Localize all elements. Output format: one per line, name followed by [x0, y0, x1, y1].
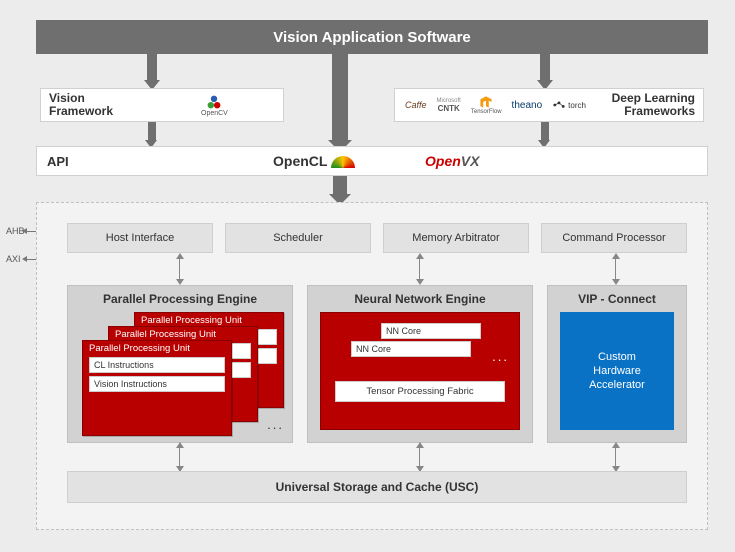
vip-title: VIP - Connect: [548, 286, 686, 310]
arrow-top-to-api: [332, 54, 348, 140]
vision-framework-logos: OpenCV: [201, 94, 228, 117]
dl-frameworks-box: Caffe Microsoft CNTK TensorFlow theano t…: [394, 88, 704, 122]
vision-framework-label: Vision Framework: [49, 92, 113, 118]
ppe-title: Parallel Processing Engine: [68, 286, 292, 310]
arrow-vf-to-api: [148, 122, 156, 140]
conn-ppe-usc: [179, 447, 180, 467]
nn-core-2: NN Core: [381, 323, 481, 339]
api-box: API OpenCL OpenVX: [36, 146, 708, 176]
tensorflow-logo: TensorFlow: [471, 95, 502, 115]
ppu-1: Parallel Processing Unit CL Instructions…: [82, 340, 232, 436]
tensor-processing-fabric: Tensor Processing Fabric: [335, 381, 505, 402]
usc-box: Universal Storage and Cache (USC): [67, 471, 687, 503]
nn-dots: ...: [492, 349, 509, 364]
gauge-icon: [331, 154, 355, 168]
memory-arbitrator-box: Memory Arbitrator: [383, 223, 529, 253]
command-processor-box: Command Processor: [541, 223, 687, 253]
nne-box: Neural Network Engine NN Core NN Core ..…: [307, 285, 533, 443]
torch-logo: torch: [552, 100, 586, 110]
vision-instructions: Vision Instructions: [89, 376, 225, 392]
axi-bus-label: AXI: [6, 254, 21, 264]
arrow-to-dl-fw: [540, 54, 550, 80]
control-row: Host Interface Scheduler Memory Arbitrat…: [67, 223, 687, 253]
opencv-logo: OpenCV: [201, 94, 228, 117]
ppu-stack: Parallel Processing Unit ctions ructions…: [80, 312, 280, 430]
conn-nne-usc: [419, 447, 420, 467]
vision-app-software-bar: Vision Application Software: [36, 20, 708, 54]
host-interface-box: Host Interface: [67, 223, 213, 253]
api-label: API: [47, 154, 69, 169]
opencv-logo-label: OpenCV: [201, 110, 228, 117]
nn-core-1: NN Core: [351, 341, 471, 357]
arrow-dl-to-api: [541, 122, 549, 140]
custom-hw-accelerator: Custom Hardware Accelerator: [560, 312, 674, 430]
conn-vip-usc: [615, 447, 616, 467]
conn-ctrl-nne: [419, 258, 420, 280]
scheduler-box: Scheduler: [225, 223, 371, 253]
ppe-box: Parallel Processing Engine Parallel Proc…: [67, 285, 293, 443]
theano-logo: theano: [512, 100, 543, 111]
conn-ctrl-ppe: [179, 258, 180, 280]
vision-framework-box: Vision Framework OpenCV: [40, 88, 284, 122]
nne-title: Neural Network Engine: [308, 286, 532, 310]
conn-ctrl-vip: [615, 258, 616, 280]
dl-frameworks-label: Deep Learning Frameworks: [612, 92, 695, 118]
vip-box: VIP - Connect Custom Hardware Accelerato…: [547, 285, 687, 443]
dl-frameworks-logos: Caffe Microsoft CNTK TensorFlow theano t…: [405, 95, 586, 115]
cntk-logo: Microsoft CNTK: [437, 98, 461, 113]
hardware-container: Host Interface Scheduler Memory Arbitrat…: [36, 202, 708, 530]
arrow-to-vision-fw: [147, 54, 157, 80]
nne-body: NN Core NN Core ... Tensor Processing Fa…: [320, 312, 520, 430]
ppu-dots: ...: [267, 417, 284, 432]
opencl-logo: OpenCL: [273, 153, 355, 169]
caffe-logo: Caffe: [405, 100, 427, 110]
cl-instructions: CL Instructions: [89, 357, 225, 373]
openvx-logo: OpenVX: [425, 153, 479, 169]
arrow-api-to-hw: [333, 176, 347, 194]
